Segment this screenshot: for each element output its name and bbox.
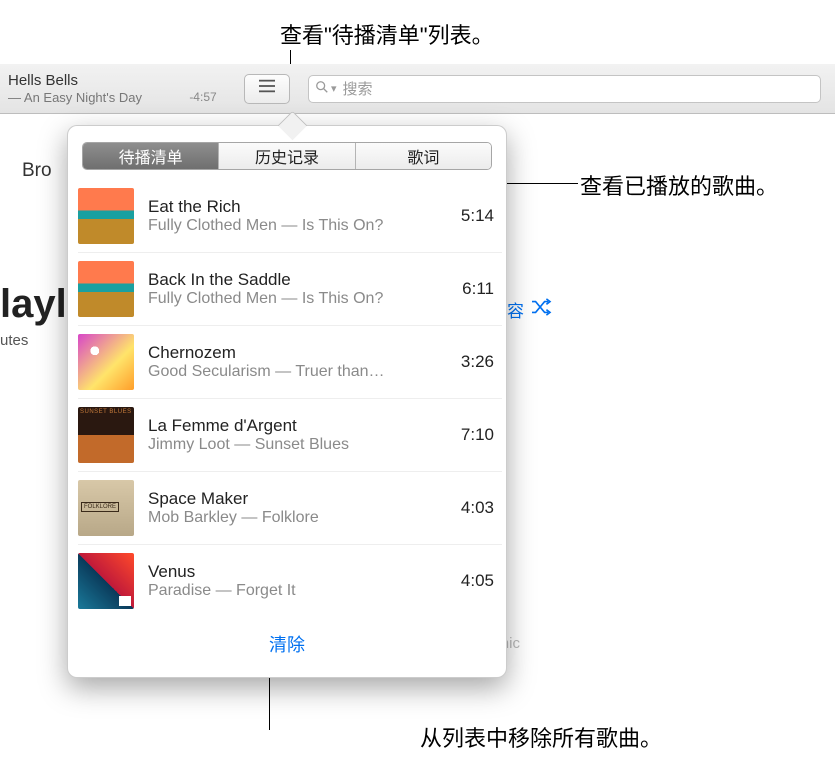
now-playing-title: Hells Bells [8,72,172,90]
search-input[interactable]: ▾ 搜索 [308,75,821,103]
chevron-down-icon: ▾ [331,82,337,95]
track-subtitle: Mob Barkley — Folklore [148,509,451,527]
clear-button[interactable]: 清除 [68,631,506,657]
callout-clear: 从列表中移除所有歌曲。 [420,721,662,753]
queue-info: VenusParadise — Forget It [148,562,451,600]
track-duration: 7:10 [461,425,494,445]
track-title: Space Maker [148,489,451,509]
track-subtitle: Paradise — Forget It [148,582,451,600]
queue-row[interactable]: La Femme d'ArgentJimmy Loot — Sunset Blu… [78,399,502,472]
queue-list: Eat the RichFully Clothed Men — Is This … [78,180,502,617]
track-duration: 3:26 [461,352,494,372]
tab-lyrics[interactable]: 歌词 [356,143,491,169]
queue-row[interactable]: Back In the SaddleFully Clothed Men — Is… [78,253,502,326]
tab-up-next[interactable]: 待播清单 [83,143,219,169]
track-duration: 4:05 [461,571,494,591]
track-duration: 4:03 [461,498,494,518]
album-art [78,407,134,463]
queue-row[interactable]: VenusParadise — Forget It 4:05 [78,545,502,617]
now-playing: Hells Bells — An Easy Night's Day [0,68,180,110]
track-subtitle: Fully Clothed Men — Is This On? [148,290,452,308]
queue-info: Back In the SaddleFully Clothed Men — Is… [148,270,452,308]
queue-info: ChernozemGood Secularism — Truer than… [148,343,451,381]
segmented-control: 待播清单 历史记录 歌词 [82,142,492,170]
queue-row[interactable]: ChernozemGood Secularism — Truer than… 3:… [78,326,502,399]
utes-fragment: utes [0,332,28,349]
track-subtitle: Jimmy Loot — Sunset Blues [148,436,451,454]
album-art [78,188,134,244]
list-icon [256,78,278,99]
tab-history[interactable]: 历史记录 [219,143,355,169]
callout-queue: 查看"待播清单"列表。 [280,18,494,50]
search-icon [315,80,331,98]
repeat-area: -4:57 [180,74,226,104]
queue-info: Eat the RichFully Clothed Men — Is This … [148,197,451,235]
browse-fragment: Bro [22,160,52,182]
track-title: Eat the Rich [148,197,451,217]
queue-row[interactable]: Eat the RichFully Clothed Men — Is This … [78,180,502,253]
up-next-popover: 待播清单 历史记录 歌词 Eat the RichFully Clothed M… [67,125,507,678]
search-placeholder: 搜索 [343,78,373,99]
time-remaining: -4:57 [189,90,216,104]
album-art [78,553,134,609]
album-art [78,480,134,536]
track-title: La Femme d'Argent [148,416,451,436]
callout-history: 查看已播放的歌曲。 [580,169,778,201]
track-title: Chernozem [148,343,451,363]
queue-info: La Femme d'ArgentJimmy Loot — Sunset Blu… [148,416,451,454]
queue-row[interactable]: Space MakerMob Barkley — Folklore 4:03 [78,472,502,545]
toolbar: Hells Bells — An Easy Night's Day -4:57 … [0,64,835,114]
track-duration: 6:11 [462,279,494,299]
queue-button[interactable] [244,74,290,104]
now-playing-subtitle: — An Easy Night's Day [8,90,172,106]
shuffle-icon[interactable] [530,298,552,321]
album-art [78,334,134,390]
track-subtitle: Good Secularism — Truer than… [148,363,451,381]
track-title: Back In the Saddle [148,270,452,290]
track-subtitle: Fully Clothed Men — Is This On? [148,217,451,235]
album-art [78,261,134,317]
track-duration: 5:14 [461,206,494,226]
queue-info: Space MakerMob Barkley — Folklore [148,489,451,527]
blue-fragment: 容 [507,297,524,322]
track-title: Venus [148,562,451,582]
